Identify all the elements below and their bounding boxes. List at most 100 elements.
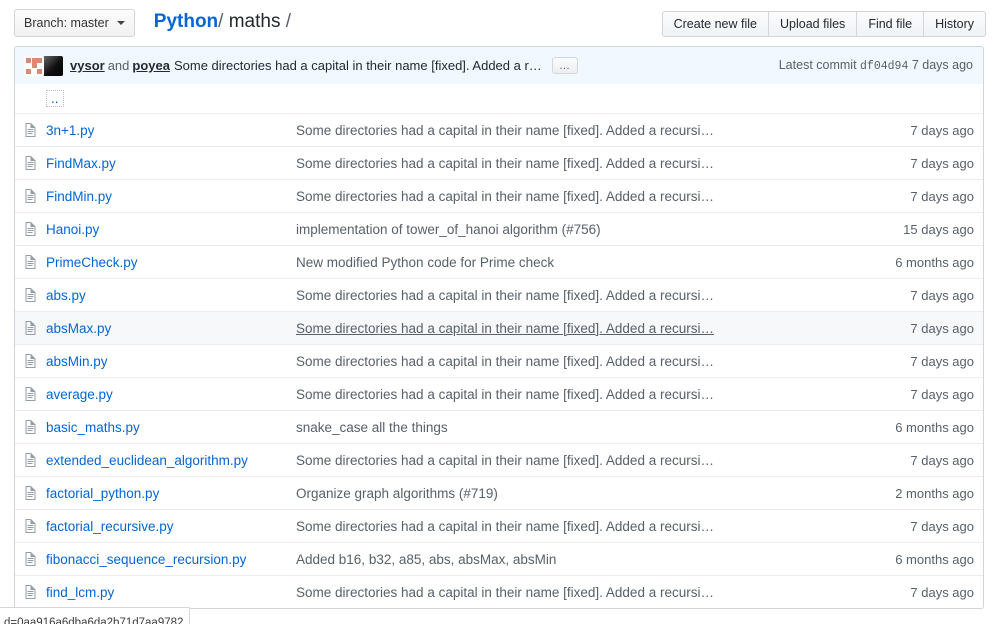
file-icon — [24, 518, 46, 534]
commit-message-cell: implementation of tower_of_hanoi algorit… — [296, 222, 864, 237]
avatar[interactable] — [43, 56, 63, 76]
table-row[interactable]: abs.py Some directories had a capital in … — [15, 278, 983, 311]
commit-message-link[interactable]: Some directories had a capital in their … — [296, 123, 714, 138]
file-link[interactable]: FindMin.py — [46, 189, 112, 204]
file-icon — [24, 584, 46, 600]
latest-commit-sha[interactable]: df04d94 — [860, 60, 908, 73]
table-row[interactable]: factorial_recursive.py Some directories h… — [15, 509, 983, 542]
commit-message-link[interactable]: Some directories had a capital in their … — [296, 321, 714, 336]
commit-message-link[interactable]: Some directories had a capital in their … — [296, 519, 714, 534]
breadcrumb: Python/ maths / — [154, 9, 291, 35]
file-icon — [24, 155, 46, 171]
avatar[interactable] — [24, 56, 44, 76]
file-link[interactable]: factorial_python.py — [46, 486, 159, 501]
find-file-button[interactable]: Find file — [857, 11, 924, 37]
commit-message-link[interactable]: New modified Python code for Prime check — [296, 255, 554, 270]
commit-message-cell: snake_case all the things — [296, 420, 864, 435]
commit-age-cell: 7 days ago — [864, 387, 974, 402]
table-row[interactable]: find_lcm.py Some directories had a capita… — [15, 575, 983, 608]
table-row[interactable]: absMin.py Some directories had a capital … — [15, 344, 983, 377]
commit-message-link[interactable]: Some directories had a capital in their … — [296, 387, 714, 402]
file-link[interactable]: absMin.py — [46, 354, 108, 369]
file-name-cell: FindMin.py — [46, 189, 296, 204]
commit-author-primary[interactable]: vysor — [70, 58, 105, 73]
table-row[interactable]: extended_euclidean_algorithm.py Some dire… — [15, 443, 983, 476]
parent-directory-link[interactable]: .. — [47, 91, 63, 106]
table-row[interactable]: FindMax.py Some directories had a capital… — [15, 146, 983, 179]
file-icon — [24, 122, 46, 138]
file-name-cell: 3n+1.py — [46, 123, 296, 138]
commit-age-cell: 7 days ago — [864, 123, 974, 138]
expand-commit-message-button[interactable]: … — [552, 57, 578, 74]
file-link[interactable]: PrimeCheck.py — [46, 255, 138, 270]
commit-message-cell: Added b16, b32, a85, abs, absMax, absMin — [296, 552, 864, 567]
commit-age-cell: 15 days ago — [864, 222, 974, 237]
commit-message-cell: Some directories had a capital in their … — [296, 156, 864, 171]
commit-message-link[interactable]: Some directories had a capital in their … — [296, 585, 714, 600]
file-link[interactable]: fibonacci_sequence_recursion.py — [46, 552, 246, 567]
parent-directory-row[interactable]: .. — [15, 84, 983, 113]
github-file-browser: Branch: master Python/ maths / Create ne… — [0, 0, 998, 624]
commit-age-cell: 7 days ago — [864, 321, 974, 336]
commit-message-link[interactable]: Some directories had a capital in their … — [296, 156, 714, 171]
table-row[interactable]: Hanoi.py implementation of tower_of_hanoi… — [15, 212, 983, 245]
file-link[interactable]: 3n+1.py — [46, 123, 94, 138]
branch-selector-button[interactable]: Branch: master — [14, 9, 135, 37]
table-row[interactable]: PrimeCheck.py New modified Python code fo… — [15, 245, 983, 278]
file-icon — [24, 386, 46, 402]
file-icon — [24, 353, 46, 369]
file-icon — [24, 485, 46, 501]
latest-commit-prefix: Latest commit — [779, 58, 857, 72]
history-button[interactable]: History — [924, 11, 986, 37]
table-row[interactable]: absMax.py Some directories had a capital … — [15, 311, 983, 344]
file-link[interactable]: extended_euclidean_algorithm.py — [46, 453, 248, 468]
file-name-cell: fibonacci_sequence_recursion.py — [46, 552, 296, 567]
file-icon — [24, 221, 46, 237]
latest-commit-message[interactable]: Some directories had a capital in their … — [174, 58, 544, 73]
file-link[interactable]: FindMax.py — [46, 156, 116, 171]
commit-age-cell: 7 days ago — [864, 453, 974, 468]
commit-authors-avatars — [24, 56, 63, 76]
table-row[interactable]: basic_maths.py snake_case all the things 6… — [15, 410, 983, 443]
commit-age-cell: 7 days ago — [864, 189, 974, 204]
file-link[interactable]: abs.py — [46, 288, 86, 303]
commit-message-link[interactable]: snake_case all the things — [296, 420, 448, 435]
file-link[interactable]: absMax.py — [46, 321, 111, 336]
commit-age-cell: 7 days ago — [864, 288, 974, 303]
latest-commit-meta: Latest commit df04d94 7 days ago — [779, 58, 973, 73]
file-link[interactable]: Hanoi.py — [46, 222, 99, 237]
commit-message-link[interactable]: implementation of tower_of_hanoi algorit… — [296, 222, 601, 237]
file-name-cell: factorial_recursive.py — [46, 519, 296, 534]
file-link[interactable]: factorial_recursive.py — [46, 519, 174, 534]
file-link[interactable]: average.py — [46, 387, 113, 402]
table-row[interactable]: average.py Some directories had a capital… — [15, 377, 983, 410]
commit-message-link[interactable]: Some directories had a capital in their … — [296, 288, 714, 303]
file-icon — [24, 320, 46, 336]
commit-message-link[interactable]: Some directories had a capital in their … — [296, 189, 714, 204]
file-link[interactable]: basic_maths.py — [46, 420, 140, 435]
commit-message-link[interactable]: Organize graph algorithms (#719) — [296, 486, 498, 501]
file-link[interactable]: find_lcm.py — [46, 585, 114, 600]
commit-age-cell: 6 months ago — [864, 552, 974, 567]
create-new-file-button[interactable]: Create new file — [662, 11, 769, 37]
commit-message-link[interactable]: Some directories had a capital in their … — [296, 453, 714, 468]
file-icon — [24, 419, 46, 435]
table-row[interactable]: factorial_python.py Organize graph algori… — [15, 476, 983, 509]
commit-age-cell: 6 months ago — [864, 420, 974, 435]
commit-message-link[interactable]: Added b16, b32, a85, abs, absMax, absMin — [296, 552, 556, 567]
file-name-cell: abs.py — [46, 288, 296, 303]
browser-status-bar: d=0aa916a6dba6da2b71d7aa9782 — [0, 607, 190, 624]
file-name-cell: PrimeCheck.py — [46, 255, 296, 270]
upload-files-button[interactable]: Upload files — [769, 11, 857, 37]
table-row[interactable]: 3n+1.py Some directories had a capital in… — [15, 113, 983, 146]
commit-message-cell: Organize graph algorithms (#719) — [296, 486, 864, 501]
commit-message-link[interactable]: Some directories had a capital in their … — [296, 354, 714, 369]
file-list-table: .. 3n+1.py Some directories had a capital… — [14, 84, 984, 609]
commit-age-cell: 6 months ago — [864, 255, 974, 270]
table-row[interactable]: FindMin.py Some directories had a capital… — [15, 179, 983, 212]
commit-message-cell: Some directories had a capital in their … — [296, 453, 864, 468]
commit-author-secondary[interactable]: poyea — [132, 58, 170, 73]
breadcrumb-repo-link[interactable]: Python — [154, 11, 218, 32]
table-row[interactable]: fibonacci_sequence_recursion.py Added b16… — [15, 542, 983, 575]
chevron-down-icon — [117, 21, 125, 25]
